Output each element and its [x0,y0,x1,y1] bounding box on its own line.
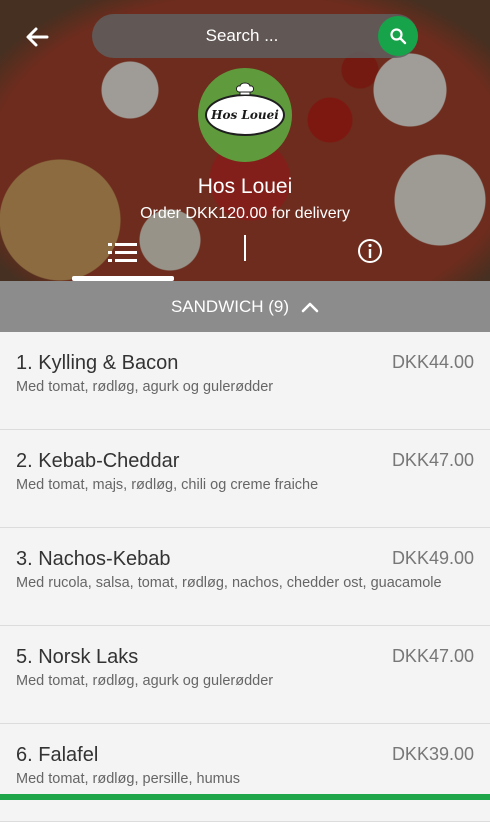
chevron-up-icon [301,302,319,312]
list-icon [108,243,137,262]
item-description: Med tomat, rødløg, agurk og gulerødder [16,379,274,395]
item-price: DKK47.00 [391,646,474,666]
item-price: DKK47.00 [391,450,474,470]
menu-item-list: 1. Kylling & Bacon DKK44.00 Med tomat, r… [0,332,490,822]
tab-info[interactable] [350,234,390,268]
category-header[interactable]: SANDWICH (9) [0,281,490,332]
item-price: DKK49.00 [391,548,474,568]
item-price: DKK44.00 [391,352,474,372]
item-name: 3. Nachos-Kebab [16,548,171,570]
search-icon [390,28,407,45]
item-description: Med tomat, rødløg, persille, humus [16,771,241,787]
list-item[interactable]: 3. Nachos-Kebab DKK49.00 Med rucola, sal… [0,528,490,626]
item-price: DKK39.00 [391,744,474,764]
restaurant-logo: Hos Louei [198,68,292,162]
logo-badge: Hos Louei [205,82,285,136]
info-icon [358,239,382,263]
item-description: Med tomat, rødløg, agurk og gulerødder [16,673,274,689]
list-item[interactable]: 6. Falafel DKK39.00 Med tomat, rødløg, p… [0,724,490,822]
delivery-minimum-note: Order DKK120.00 for delivery [140,205,350,222]
logo-text: Hos Louei [211,108,279,122]
item-name: 5. Norsk Laks [16,646,139,668]
item-name: 6. Falafel [16,744,99,766]
bottom-accent-bar [0,794,490,800]
list-item[interactable]: 1. Kylling & Bacon DKK44.00 Med tomat, r… [0,332,490,430]
chef-hat-icon [236,82,254,96]
back-button[interactable] [22,22,52,52]
tab-menu[interactable] [72,230,174,276]
list-item[interactable]: 5. Norsk Laks DKK47.00 Med tomat, rødløg… [0,626,490,724]
item-name: 2. Kebab-Cheddar [16,450,180,472]
list-item[interactable]: 2. Kebab-Cheddar DKK47.00 Med tomat, maj… [0,430,490,528]
category-label: SANDWICH (9) [170,296,290,316]
item-description: Med tomat, majs, rødløg, chili og creme … [16,477,319,493]
restaurant-name: Hos Louei [197,175,293,198]
item-name: 1. Kylling & Bacon [16,352,179,374]
search-input[interactable]: Search ... [92,26,392,46]
item-description: Med rucola, salsa, tomat, rødløg, nachos… [16,575,442,591]
search-button[interactable] [378,16,418,56]
tab-divider [244,235,246,261]
search-bar[interactable]: Search ... [92,14,418,58]
arrow-left-icon [26,27,49,47]
